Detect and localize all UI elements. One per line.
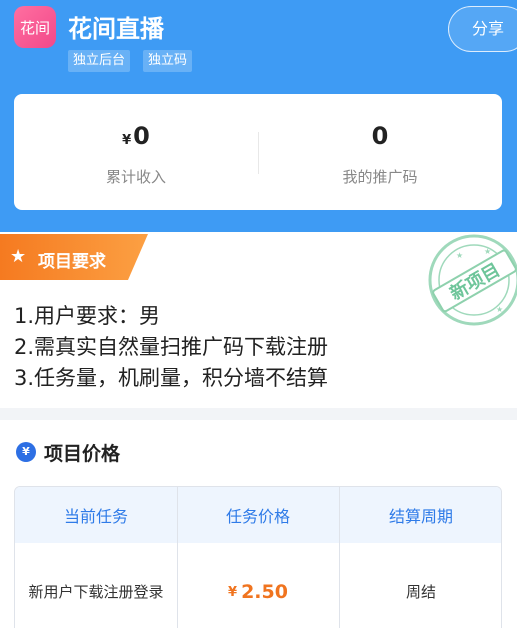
table-divider <box>339 487 340 628</box>
requirement-line: 2.需真实自然量扫推广码下载注册 <box>14 335 329 359</box>
app-title: 花间直播 <box>68 15 164 43</box>
requirement-line: 3.任务量，机刷量，积分墙不结算 <box>14 366 329 390</box>
tag-independent-backend: 独立后台 <box>68 50 131 72</box>
requirement-line: 1.用户要求：男 <box>14 304 161 328</box>
svg-text:★: ★ <box>484 247 491 256</box>
pricing-title: 项目价格 <box>44 443 121 465</box>
column-task-price: 任务价格 <box>225 507 290 526</box>
pricing-section: ¥ 项目价格 当前任务 任务价格 结算周期 新用户下载注册登录 ¥2.50 周结 <box>0 420 517 628</box>
stats-card: ¥0 累计收入 0 我的推广码 <box>14 94 502 210</box>
task-price: 2.50 <box>241 581 288 603</box>
income-amount: 0 <box>133 122 150 150</box>
table-header-cell: 任务价格 <box>177 487 339 543</box>
table-header-cell: 结算周期 <box>339 487 501 543</box>
settlement-cycle: 周结 <box>405 583 436 601</box>
yen-icon: ¥ <box>228 584 238 600</box>
header: 花间 花间直播 独立后台 独立码 分享 ¥0 累计收入 0 我的推广码 <box>0 0 517 232</box>
table-header-row: 当前任务 任务价格 结算周期 <box>15 487 501 543</box>
column-settlement-cycle: 结算周期 <box>388 507 453 526</box>
income-value: ¥0 <box>14 122 258 150</box>
income-label: 累计收入 <box>105 168 166 186</box>
table-cell: 新用户下载注册登录 <box>15 543 177 628</box>
share-button[interactable]: 分享 <box>448 6 517 52</box>
star-icon: ★ <box>10 246 27 267</box>
table-cell: ¥2.50 <box>177 543 339 628</box>
yen-circle-icon: ¥ <box>16 442 36 462</box>
pricing-table: 当前任务 任务价格 结算周期 新用户下载注册登录 ¥2.50 周结 <box>14 486 502 628</box>
yen-icon: ¥ <box>122 133 132 148</box>
table-cell: 周结 <box>339 543 501 628</box>
svg-text:★: ★ <box>496 305 503 314</box>
column-current-task: 当前任务 <box>63 507 128 526</box>
tag-independent-code: 独立码 <box>143 50 193 72</box>
stat-my-codes[interactable]: 0 我的推广码 <box>258 94 502 210</box>
table-row: 新用户下载注册登录 ¥2.50 周结 <box>15 543 501 628</box>
task-name: 新用户下载注册登录 <box>28 583 164 601</box>
codes-label: 我的推广码 <box>342 168 418 186</box>
stat-total-income[interactable]: ¥0 累计收入 <box>14 94 258 210</box>
app-logo: 花间 <box>14 6 56 48</box>
table-header-cell: 当前任务 <box>15 487 177 543</box>
new-project-stamp: 新项目 ★ ★ ★ <box>428 234 517 326</box>
codes-value: 0 <box>371 122 389 150</box>
requirements-badge: ★ 项目要求 <box>0 234 148 280</box>
requirements-title: 项目要求 <box>38 252 106 272</box>
table-divider <box>177 487 178 628</box>
svg-text:★: ★ <box>456 251 463 260</box>
requirements-section: ★ 项目要求 新项目 ★ ★ ★ 1.用户要求：男 2.需真实自然量扫推广码下载… <box>0 232 517 408</box>
